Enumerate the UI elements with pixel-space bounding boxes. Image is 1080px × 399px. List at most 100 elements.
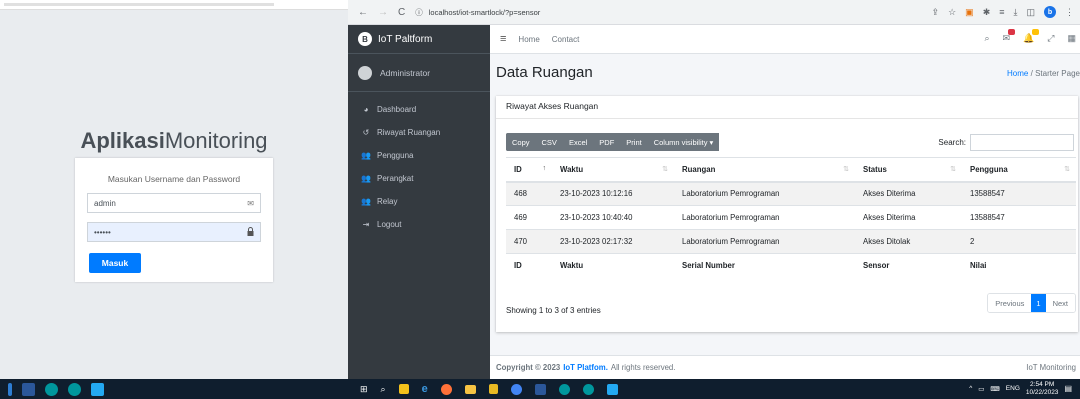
hamburger-icon[interactable]: ≡ bbox=[500, 33, 506, 45]
forward-icon[interactable]: → bbox=[378, 7, 388, 18]
column-visibility-button[interactable]: Column visibility ▾ bbox=[647, 133, 720, 151]
language-indicator[interactable]: ENG bbox=[1006, 385, 1020, 392]
store-icon[interactable] bbox=[398, 384, 409, 394]
reload-icon[interactable]: C bbox=[398, 7, 405, 18]
search-input[interactable] bbox=[970, 134, 1074, 151]
next-button[interactable]: Next bbox=[1045, 294, 1075, 312]
sidebar-item-pengguna[interactable]: 👥 Pengguna bbox=[348, 144, 490, 167]
sidepanel-icon[interactable]: ◫ bbox=[1026, 7, 1035, 18]
print-button[interactable]: Print bbox=[620, 133, 648, 151]
avatar bbox=[358, 65, 372, 80]
sidebar-item-riwayat-ruangan[interactable]: ↺ Riwayat Ruangan bbox=[348, 121, 490, 144]
fullscreen-icon[interactable]: ⤢ bbox=[1047, 33, 1054, 44]
notifications-icon[interactable]: 🔔 bbox=[1023, 29, 1040, 44]
sort-icon: ⇅ bbox=[1064, 165, 1070, 173]
login-button[interactable]: Masuk bbox=[89, 253, 141, 273]
column-header-pengguna[interactable]: Pengguna ⇅ bbox=[962, 157, 1076, 183]
arduino-icon[interactable] bbox=[558, 383, 570, 395]
star-icon[interactable]: ☆ bbox=[948, 7, 956, 18]
sidebar-item-label: Riwayat Ruangan bbox=[377, 128, 441, 137]
file-explorer-icon[interactable] bbox=[464, 384, 476, 394]
app-icon[interactable] bbox=[488, 384, 498, 394]
column-header-id[interactable]: ID ↑ bbox=[506, 157, 552, 183]
menu-icon[interactable]: ⋮ bbox=[1065, 7, 1074, 18]
firefox-icon[interactable] bbox=[440, 383, 452, 395]
address-bar[interactable]: ⓘ localhost/iot-smartlock/?p=sensor bbox=[415, 7, 540, 18]
clock-date: 10/22/2023 bbox=[1025, 388, 1059, 396]
password-input[interactable]: •••••• bbox=[87, 222, 261, 242]
column-header-status[interactable]: Status ⇅ bbox=[855, 157, 962, 183]
cell-status: Akses Diterima bbox=[855, 181, 962, 206]
messages-icon[interactable]: ✉ bbox=[1003, 29, 1016, 44]
browser-toolbar: ← → C ⓘ localhost/iot-smartlock/?p=senso… bbox=[348, 0, 1080, 25]
sort-asc-icon: ↑ bbox=[542, 164, 547, 172]
chevron-up-icon[interactable]: ^ bbox=[969, 385, 972, 392]
sidebar-menu: ◕ Dashboard ↺ Riwayat Ruangan 👥 Pengguna… bbox=[348, 98, 490, 236]
browser-actions: ⇪ ☆ ▣ ✱ ≡ ⤓ ◫ b ⋮ bbox=[932, 6, 1074, 18]
footer-rights: All rights reserved. bbox=[610, 363, 676, 372]
footer-id: ID bbox=[506, 253, 552, 278]
sidebar-item-logout[interactable]: ⇥ Logout bbox=[348, 213, 490, 236]
chrome-icon[interactable] bbox=[510, 383, 522, 395]
edge-icon[interactable]: e bbox=[422, 383, 428, 395]
copy-button[interactable]: Copy bbox=[506, 133, 536, 151]
sort-icon: ⇅ bbox=[662, 165, 668, 173]
login-logo-bold: Aplikasi bbox=[80, 128, 165, 153]
word-icon[interactable] bbox=[22, 382, 35, 396]
sidebar-item-dashboard[interactable]: ◕ Dashboard bbox=[348, 98, 490, 121]
clock[interactable]: 2:54 PM 10/22/2023 bbox=[1026, 381, 1059, 396]
breadcrumb-current: Starter Page bbox=[1035, 69, 1080, 78]
right-monitor: ← → C ⓘ localhost/iot-smartlock/?p=senso… bbox=[348, 0, 1080, 399]
right-taskbar: ⊞ ⌕ e ^ ▭ ⌨ ENG 2:54 PM 10/22/2023 ▤ bbox=[348, 379, 1080, 399]
word-icon[interactable] bbox=[534, 383, 546, 395]
notification-center-icon[interactable]: ▤ bbox=[1064, 384, 1072, 393]
cell-ruangan: Laboratorium Pemrograman bbox=[674, 205, 855, 230]
profile-avatar[interactable]: b bbox=[1044, 6, 1056, 18]
search-icon[interactable]: ⌕ bbox=[381, 384, 386, 395]
info-icon[interactable]: ⓘ bbox=[415, 7, 423, 18]
csv-button[interactable]: CSV bbox=[535, 133, 563, 151]
list-icon[interactable]: ≡ bbox=[999, 7, 1004, 17]
extension-icon[interactable]: ▣ bbox=[965, 7, 974, 18]
arduino-icon[interactable] bbox=[68, 382, 81, 396]
history-icon: ↺ bbox=[362, 128, 370, 137]
sidebar-item-label: Pengguna bbox=[377, 151, 414, 160]
user-name: Administrator bbox=[380, 67, 431, 78]
user-panel[interactable]: Administrator bbox=[348, 54, 490, 92]
sidebar-item-perangkat[interactable]: 👥 Perangkat bbox=[348, 167, 490, 190]
windows-start-icon[interactable]: ⊞ bbox=[360, 384, 368, 395]
logout-icon: ⇥ bbox=[362, 220, 370, 229]
nav-home-link[interactable]: Home bbox=[518, 35, 539, 44]
share-icon[interactable]: ⇪ bbox=[932, 7, 940, 18]
vscode-icon[interactable] bbox=[606, 383, 618, 395]
nav-contact-link[interactable]: Contact bbox=[552, 35, 580, 44]
username-input[interactable]: admin ✉ bbox=[87, 193, 261, 213]
table-row: 469 23-10-2023 10:40:40 Laboratorium Pem… bbox=[506, 205, 1076, 230]
brand-link[interactable]: B IoT Paltform bbox=[348, 25, 490, 54]
pdf-button[interactable]: PDF bbox=[593, 133, 621, 151]
footer-brand-link[interactable]: IoT Platfom. bbox=[563, 363, 608, 372]
battery-icon[interactable]: ▭ bbox=[978, 385, 984, 393]
grid-icon[interactable]: ▦ bbox=[1067, 33, 1076, 44]
excel-button[interactable]: Excel bbox=[562, 133, 594, 151]
column-header-waktu[interactable]: Waktu ⇅ bbox=[552, 157, 674, 183]
puzzle-icon[interactable]: ✱ bbox=[983, 7, 991, 18]
url-text: localhost/iot-smartlock/?p=sensor bbox=[428, 7, 541, 17]
sidebar-item-relay[interactable]: 👥 Relay bbox=[348, 190, 490, 213]
start-icon[interactable] bbox=[8, 382, 12, 396]
search-icon[interactable]: ⌕ bbox=[984, 33, 989, 44]
download-icon[interactable]: ⤓ bbox=[1014, 7, 1018, 18]
back-icon[interactable]: ← bbox=[358, 7, 368, 18]
login-logo: AplikasiMonitoring bbox=[0, 128, 348, 154]
sidebar-item-label: Perangkat bbox=[377, 174, 414, 183]
page-1-button[interactable]: 1 bbox=[1031, 294, 1046, 312]
previous-button[interactable]: Previous bbox=[988, 294, 1032, 312]
vscode-icon[interactable] bbox=[91, 382, 104, 396]
arduino-icon[interactable] bbox=[582, 383, 594, 395]
sort-icon: ⇅ bbox=[843, 165, 849, 173]
breadcrumb-home[interactable]: Home bbox=[1007, 69, 1028, 78]
keyboard-icon[interactable]: ⌨ bbox=[990, 385, 999, 393]
arduino-icon[interactable] bbox=[45, 382, 58, 396]
column-header-ruangan[interactable]: Ruangan ⇅ bbox=[674, 157, 855, 183]
cell-id: 469 bbox=[506, 205, 552, 230]
